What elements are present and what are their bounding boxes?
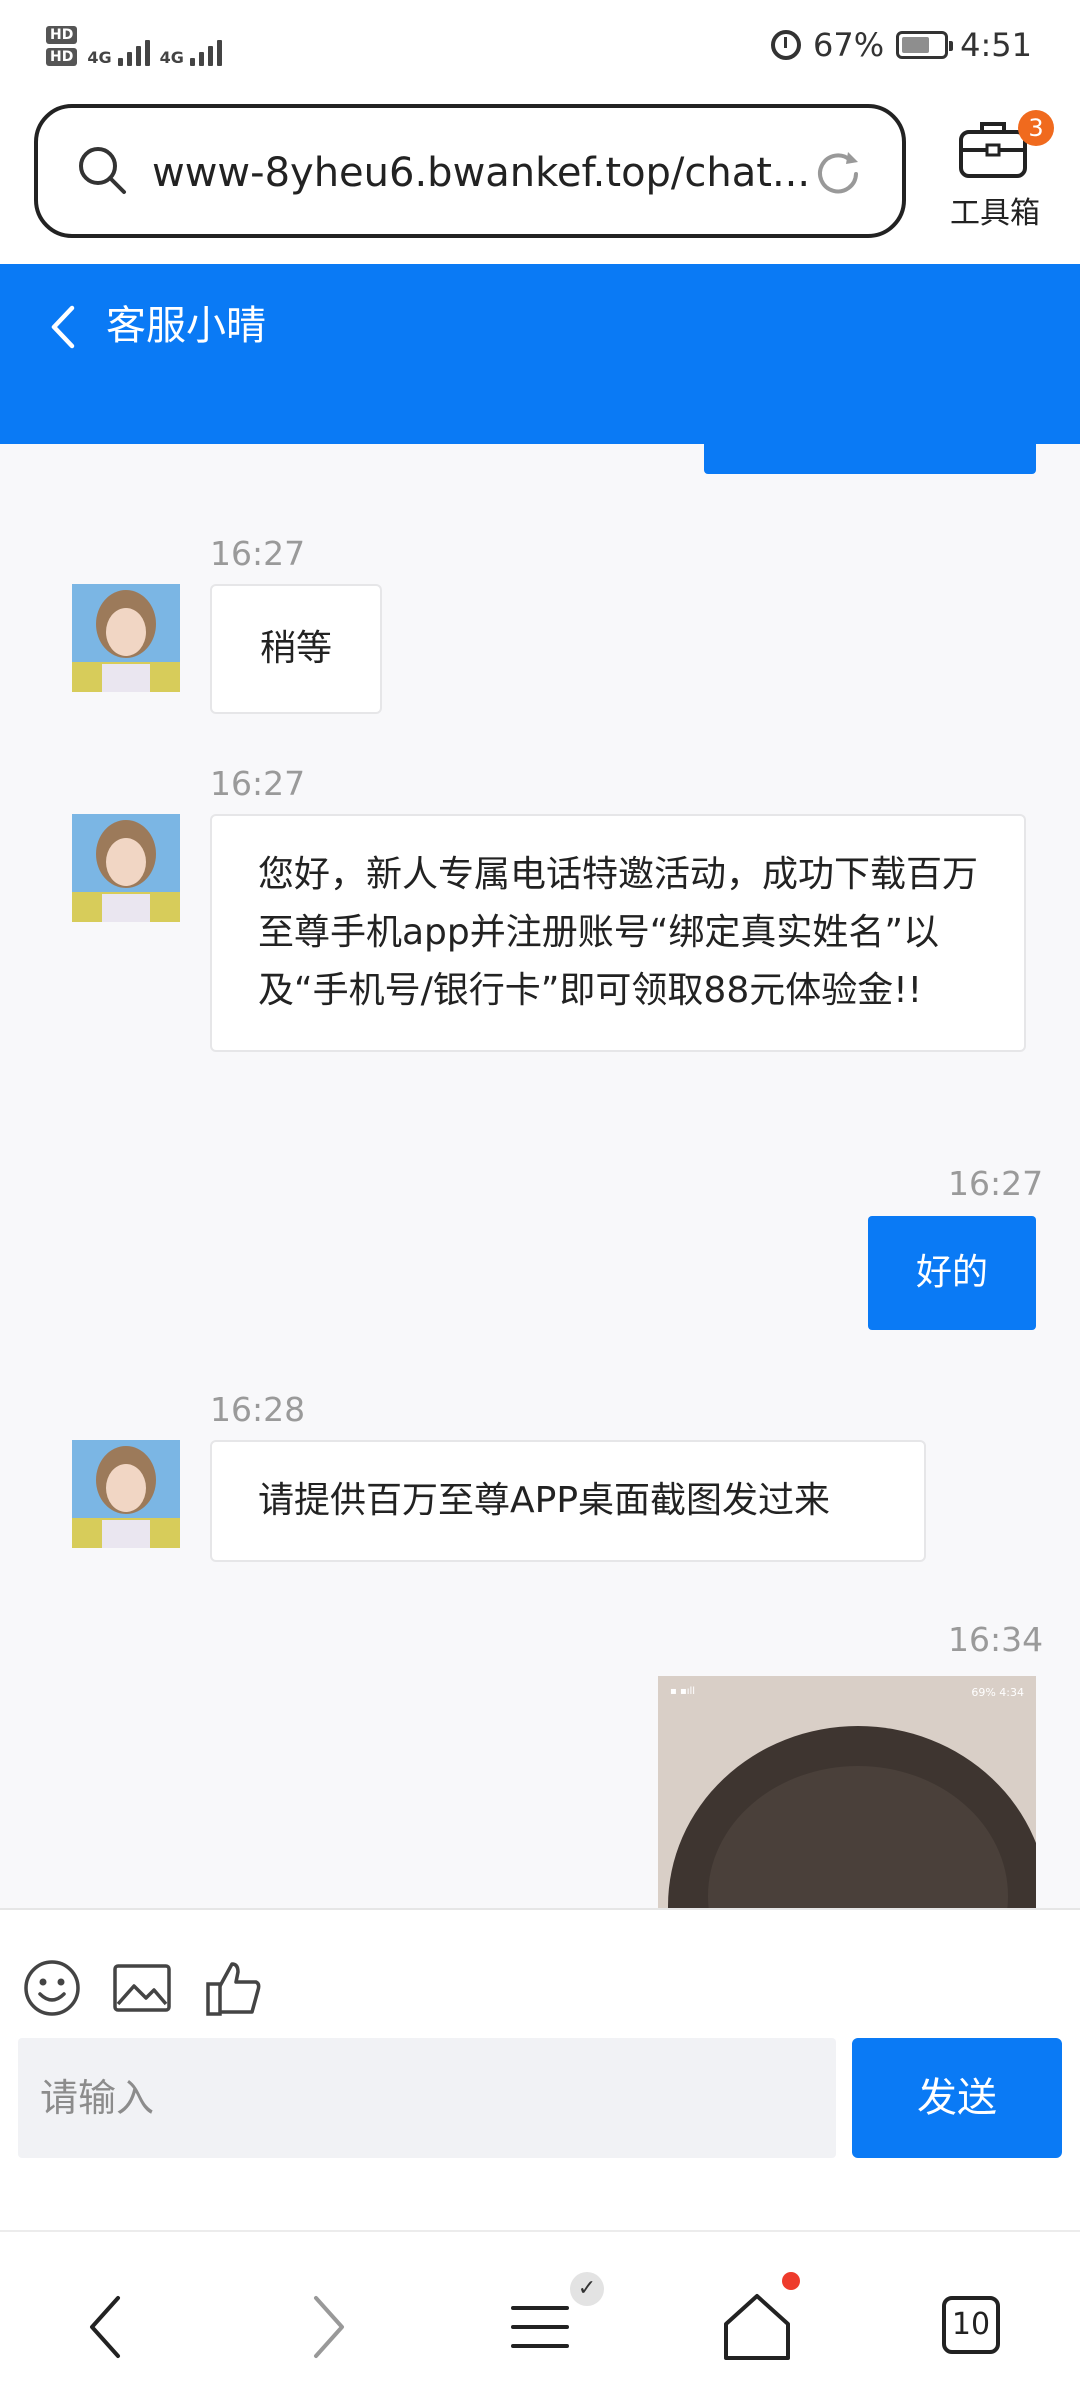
signal-2-label: 4G [159,48,184,67]
avatar-image [72,814,180,922]
agent-avatar[interactable] [72,584,180,692]
avatar-image [72,1440,180,1548]
message-bubble-agent[interactable]: 请提供百万至尊APP桌面截图发过来 [210,1440,926,1562]
alarm-icon [771,30,802,60]
message-time: 16:34 [948,1620,1044,1659]
message-input[interactable] [18,2038,836,2158]
reload-icon[interactable] [812,148,864,200]
signal-2-icon: 4G [160,40,222,66]
message-time: 16:27 [210,534,306,573]
message-bubble-user[interactable]: 好的 [868,1216,1036,1330]
message-time: 16:27 [948,1164,1044,1203]
composer: 发送 [0,1908,1080,2232]
forward-icon[interactable] [282,2282,372,2372]
clock: 4:51 [960,26,1032,64]
battery-icon [896,31,954,59]
thumbs-up-icon[interactable] [204,1958,264,2018]
signal-1-icon: 4G [87,40,150,67]
message-time: 16:28 [210,1390,306,1429]
toolbox-button[interactable]: 3 工具箱 [930,110,1060,236]
avatar-image [72,584,180,692]
back-chevron-icon[interactable] [48,304,78,350]
status-right: 67% 4:51 [771,26,1032,64]
address-bar[interactable]: www-8yheu6.bwankef.top/chat... [34,104,906,238]
chat-title: 客服小晴 [106,303,266,349]
message-list[interactable]: 16:27 稍等 16:27 您好，新人专属电话特邀活动，成功下载百万至尊手机a… [0,444,1080,1908]
menu-check-badge: ✓ [570,2272,604,2306]
image-message[interactable]: ▪ ▪ıll 69% 4:34 [658,1676,1036,1908]
previous-message-bubble [704,444,1036,474]
battery-percent: 67% [813,26,885,64]
chat-header: 客服小晴 [0,264,1080,444]
signal-1-label: 4G [87,48,112,67]
send-button[interactable]: 发送 [852,2038,1062,2158]
message-time: 16:27 [210,764,306,803]
agent-avatar[interactable] [72,814,180,922]
hd-label-2: HD [46,48,78,66]
browser-bottom-nav: ✓ 10 [0,2230,1080,2402]
image-icon[interactable] [112,1958,172,2018]
status-bar: HD HD 4G 4G 67% 4:51 [0,0,1080,100]
search-icon [79,147,126,194]
emoji-icon[interactable] [22,1958,82,2018]
url-text[interactable]: www-8yheu6.bwankef.top/chat... [152,148,812,198]
agent-avatar[interactable] [72,1440,180,1548]
status-left: HD HD 4G 4G [46,26,222,66]
hd-indicator: HD HD [46,26,78,66]
back-icon[interactable] [62,2282,152,2372]
home-notification-dot [782,2272,800,2290]
hd-label: HD [46,26,78,44]
tabs-button[interactable]: 10 [928,2282,1018,2372]
toolbox-badge: 3 [1018,110,1054,146]
message-bubble-agent[interactable]: 稍等 [210,584,382,714]
tabs-count: 10 [942,2296,1000,2354]
toolbox-label: 工具箱 [950,196,1040,231]
home-icon[interactable] [712,2282,802,2372]
shot-photo [668,1726,1036,1908]
message-bubble-agent[interactable]: 您好，新人专属电话特邀活动，成功下载百万至尊手机app并注册账号“绑定真实姓名”… [210,814,1026,1052]
